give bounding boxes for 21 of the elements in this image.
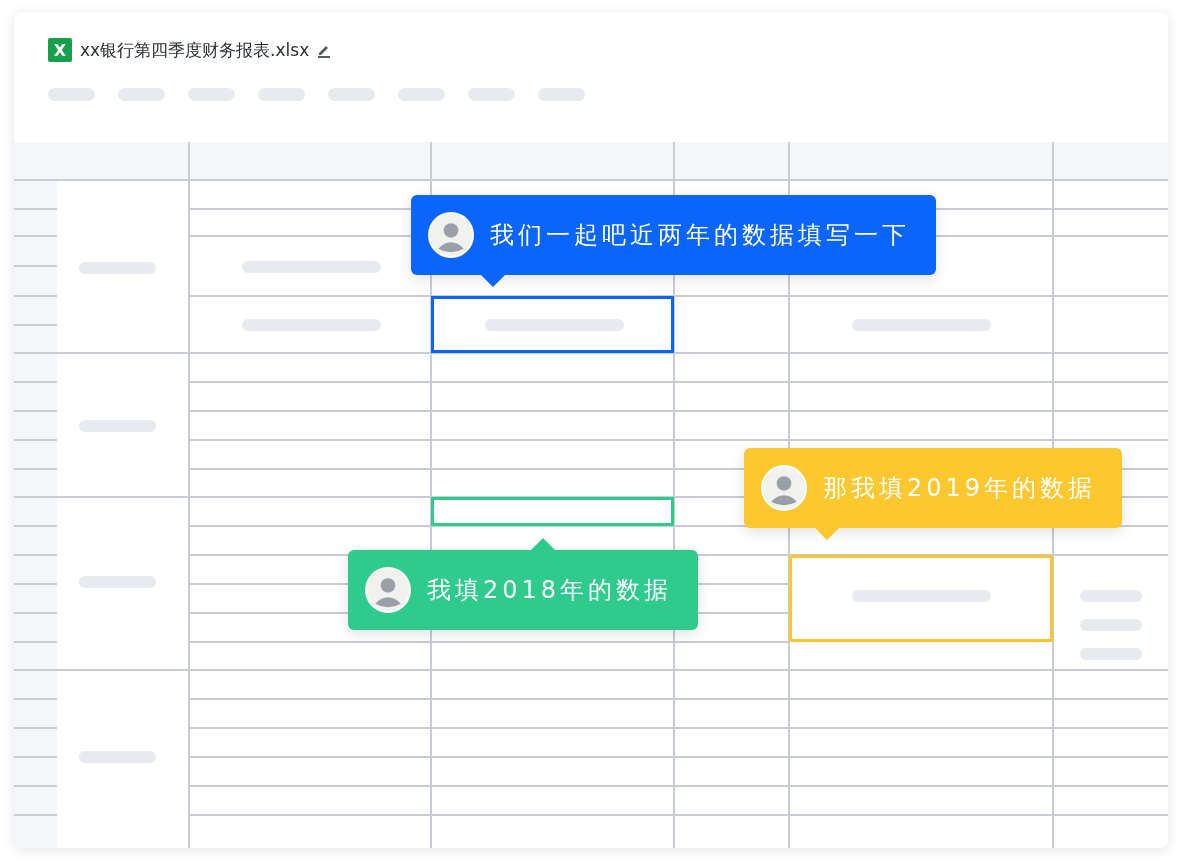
toolbar-placeholder [48,88,95,101]
placeholder-bar [1080,619,1142,631]
avatar [761,465,807,511]
comment-text: 我们一起吧近两年的数据填写一下 [490,220,910,251]
selected-cell[interactable] [431,296,674,353]
toolbar-placeholder [398,88,445,101]
toolbar-placeholder [538,88,585,101]
placeholder-bar [1080,590,1142,602]
comment-text: 我填2018年的数据 [427,575,673,606]
file-name: xx银行第四季度财务报表.xlsx [80,38,310,62]
placeholder-bar [1080,648,1142,660]
toolbar-placeholder [188,88,235,101]
toolbar-placeholder [328,88,375,101]
avatar [428,212,474,258]
toolbar-placeholder [258,88,305,101]
selected-cell[interactable] [431,497,674,526]
toolbar-placeholder [118,88,165,101]
spreadsheet-file-icon: X [48,38,72,62]
avatar [365,567,411,613]
toolbar-placeholder [468,88,515,101]
comment-text: 那我填2019年的数据 [823,473,1097,504]
